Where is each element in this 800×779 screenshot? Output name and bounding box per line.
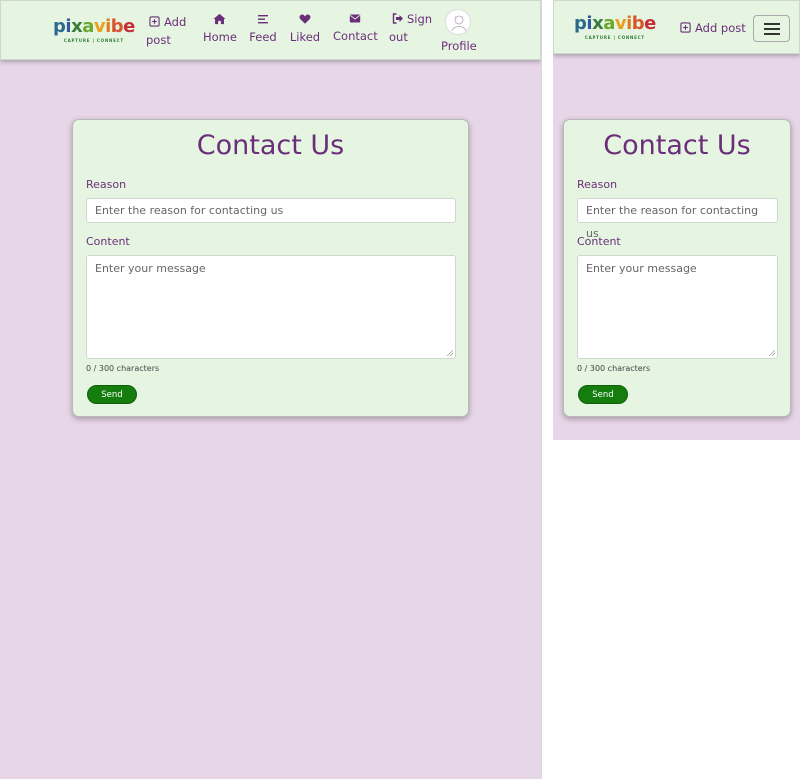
character-counter: 0 / 300 characters: [86, 364, 160, 373]
content-placeholder: Enter your message: [95, 262, 206, 275]
plus-square-icon: [149, 16, 160, 27]
nav-liked-label: Liked: [289, 30, 321, 44]
nav-add-post-label: Add post: [695, 21, 746, 35]
nav-sign-out-label-2: out: [389, 30, 408, 44]
navbar: pixavibe CAPTURE | CONNECT Add post: [553, 0, 800, 54]
content-label: Content: [86, 235, 130, 248]
avatar-image-icon: [451, 15, 467, 32]
resize-grip-icon[interactable]: [447, 350, 453, 356]
content-placeholder: Enter your message: [586, 262, 697, 275]
pixavibe-logo[interactable]: pixavibe CAPTURE | CONNECT: [53, 16, 135, 44]
mobile-view: pixavibe CAPTURE | CONNECT Add post Cont…: [553, 0, 800, 440]
pixavibe-logo[interactable]: pixavibe CAPTURE | CONNECT: [574, 13, 656, 41]
desktop-view: pixavibe CAPTURE | CONNECT Add post Home: [0, 0, 541, 779]
content-label: Content: [577, 235, 621, 248]
view-divider: [541, 0, 542, 779]
menu-toggle-button[interactable]: [753, 15, 790, 42]
nav-add-post-label-1: Add: [164, 15, 187, 29]
hamburger-icon: [764, 33, 780, 35]
nav-profile-label: Profile: [441, 39, 477, 53]
nav-home[interactable]: Home: [203, 13, 237, 46]
navbar: pixavibe CAPTURE | CONNECT Add post Home: [0, 0, 541, 60]
nav-profile[interactable]: Profile: [441, 9, 477, 55]
nav-sign-out[interactable]: Sign out: [389, 10, 433, 46]
content-textarea[interactable]: Enter your message: [577, 255, 778, 359]
avatar: [445, 9, 471, 35]
nav-liked[interactable]: Liked: [289, 13, 321, 46]
nav-add-post[interactable]: Add post: [680, 19, 746, 37]
nav-add-post[interactable]: Add post: [146, 13, 190, 49]
sign-out-icon: [392, 13, 403, 24]
reason-label: Reason: [86, 178, 127, 191]
nav-feed-label: Feed: [249, 30, 277, 44]
contact-card: Contact Us Reason Enter the reason for c…: [72, 119, 469, 417]
home-icon: [212, 13, 226, 25]
send-button[interactable]: Send: [87, 385, 137, 404]
bars-icon: [258, 15, 268, 24]
nav-feed[interactable]: Feed: [249, 13, 277, 46]
logo-tagline: CAPTURE | CONNECT: [584, 35, 645, 40]
reason-input[interactable]: Enter the reason for contacting us: [86, 198, 456, 223]
reason-input[interactable]: Enter the reason for contacting us: [577, 198, 778, 240]
content-textarea[interactable]: Enter your message: [86, 255, 456, 359]
nav-home-label: Home: [203, 30, 237, 44]
plus-square-icon: [680, 22, 691, 33]
contact-card: Contact Us Reason Enter the reason for c…: [563, 119, 791, 417]
page-title: Contact Us: [603, 130, 751, 161]
hamburger-icon: [764, 28, 780, 30]
send-button[interactable]: Send: [578, 385, 628, 404]
envelope-icon: [349, 14, 361, 23]
logo-wordmark: pixavibe: [53, 16, 135, 37]
logo-tagline: CAPTURE | CONNECT: [63, 38, 124, 43]
heart-icon: [299, 14, 311, 24]
reason-placeholder: Enter the reason for contacting us: [95, 204, 284, 217]
nav-add-post-label-2: post: [146, 33, 171, 47]
nav-sign-out-label-1: Sign: [407, 12, 433, 26]
nav-contact-label: Contact: [333, 29, 378, 43]
reason-label: Reason: [577, 178, 618, 191]
resize-grip-icon[interactable]: [769, 350, 775, 356]
nav-contact[interactable]: Contact: [333, 13, 378, 45]
logo-wordmark: pixavibe: [574, 13, 656, 34]
hamburger-icon: [764, 23, 780, 25]
page-title: Contact Us: [196, 130, 345, 161]
character-counter: 0 / 300 characters: [577, 364, 651, 373]
